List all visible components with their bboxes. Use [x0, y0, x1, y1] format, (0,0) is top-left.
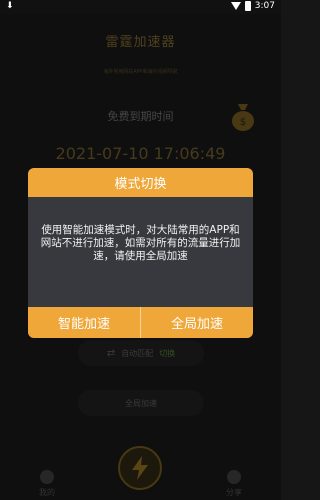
- status-icon: ⬇: [6, 1, 14, 11]
- wifi-icon: [230, 2, 241, 10]
- battery-icon: [244, 1, 251, 11]
- smart-accelerate-button[interactable]: 智能加速: [28, 307, 141, 338]
- dialog-message: 使用智能加速模式时，对大陆常用的APP和网站不进行加速，如需对所有的流量进行加速…: [40, 224, 241, 262]
- status-time: 3:07: [254, 1, 275, 11]
- mode-switch-dialog: 模式切换 使用智能加速模式时，对大陆常用的APP和网站不进行加速，如需对所有的流…: [28, 168, 253, 338]
- status-right: 3:07: [230, 1, 275, 11]
- dialog-buttons: 智能加速 全局加速: [28, 307, 253, 338]
- status-bar: ⬇ 3:07: [0, 0, 281, 14]
- app-screen: ⬇ 3:07 雷霆加速器 海外常用网站APP和海外视频导航 免费到期时间 $ 2…: [0, 0, 281, 500]
- dialog-title: 模式切换: [28, 168, 253, 197]
- global-accelerate-dialog-button[interactable]: 全局加速: [141, 307, 253, 338]
